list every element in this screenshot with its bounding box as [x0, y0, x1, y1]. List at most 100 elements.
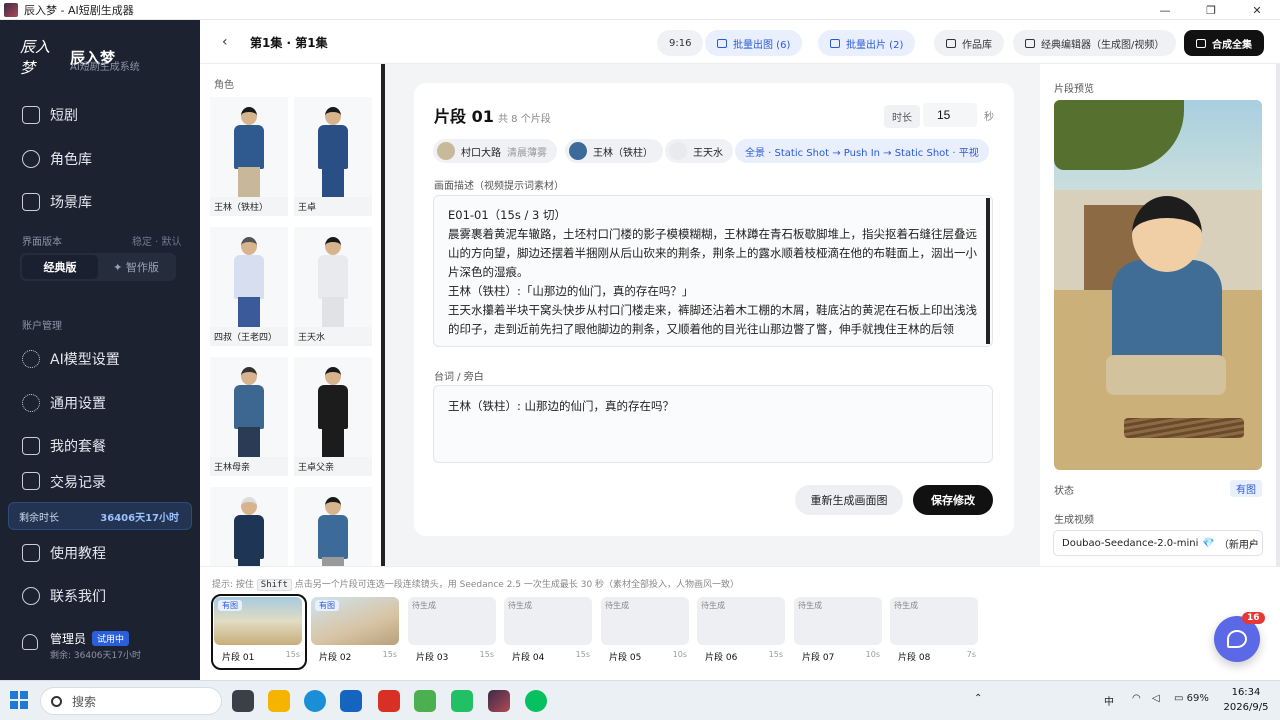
- segment-thumb[interactable]: 待生成 片段 03 15s: [408, 597, 498, 667]
- segment-duration: 10s: [672, 650, 687, 659]
- version-toggle: 经典版 ✦ 智作版: [20, 253, 176, 281]
- duration-unit: 秒: [984, 112, 994, 123]
- brand: 辰入梦 辰入梦 AI短剧生成系统: [20, 36, 140, 78]
- description-textarea[interactable]: E01-01（15s / 3 切） 晨雾裹着黄泥车辙路，土坯村口门楼的影子模模糊…: [433, 195, 993, 347]
- segment-thumb-image: 有图: [214, 597, 302, 645]
- battery-indicator[interactable]: ▭ 69%: [1174, 693, 1209, 704]
- sidebar-item-contact[interactable]: 联系我们: [0, 579, 200, 613]
- character-card[interactable]: 王卓父亲: [294, 357, 372, 476]
- taskbar-search[interactable]: 搜索: [40, 687, 222, 715]
- taskview-icon[interactable]: [232, 690, 254, 712]
- version-classic-button[interactable]: 经典版: [22, 255, 98, 279]
- segment-thumb[interactable]: 待生成 片段 04 15s: [504, 597, 594, 667]
- character-card[interactable]: 四叔（王老四）: [210, 227, 288, 346]
- description-line: 王林（铁柱）:「山那边的仙门，真的存在吗？」: [448, 284, 694, 298]
- segment-thumb[interactable]: 待生成 片段 06 15s: [697, 597, 787, 667]
- segment-duration: 15s: [479, 650, 494, 659]
- user-avatar-icon: [22, 634, 38, 650]
- sidebar-item-tutorial[interactable]: 使用教程: [0, 536, 200, 570]
- library-button[interactable]: 作品库: [934, 30, 1004, 56]
- clock-time: 16:34: [1231, 687, 1261, 698]
- chat-app-icon[interactable]: [451, 690, 473, 712]
- segment-thumb[interactable]: 有图 片段 02 15s: [311, 597, 401, 667]
- segment-status: 有图: [315, 600, 339, 611]
- brand-subtitle: AI短剧生成系统: [70, 62, 140, 73]
- preview-scrollbar[interactable]: [1276, 64, 1280, 566]
- shot-tag[interactable]: 全景 · Static Shot → Push In → Static Shot…: [735, 139, 989, 163]
- close-button[interactable]: ✕: [1234, 0, 1280, 20]
- app-icon[interactable]: [340, 690, 362, 712]
- file-explorer-icon[interactable]: [268, 690, 290, 712]
- status-label: 状态: [1054, 486, 1074, 497]
- duration-input[interactable]: [923, 103, 977, 127]
- segment-name: 片段 06: [705, 653, 738, 663]
- app-icon[interactable]: [414, 690, 436, 712]
- character-card[interactable]: [294, 487, 372, 566]
- back-button[interactable]: ‹: [222, 34, 228, 50]
- tray-chevron-icon[interactable]: ⌃: [974, 693, 982, 704]
- wifi-icon[interactable]: ◠: [1132, 693, 1141, 704]
- segment-thumb[interactable]: 有图 片段 01 15s: [211, 594, 307, 670]
- search-icon: [51, 695, 62, 707]
- classic-editor-button[interactable]: 经典编辑器（生成图/视频）: [1013, 30, 1177, 56]
- aspect-ratio-button[interactable]: 9:16: [657, 30, 704, 56]
- chat-fab-button[interactable]: 16: [1214, 612, 1265, 662]
- character-card[interactable]: 王卓: [294, 97, 372, 216]
- segment-thumb[interactable]: 待生成 片段 05 10s: [601, 597, 691, 667]
- character-tag[interactable]: 王天水: [665, 139, 733, 163]
- version-label: 界面版本: [22, 237, 62, 248]
- segment-thumb[interactable]: 待生成 片段 07 10s: [794, 597, 884, 667]
- description-scrollbar[interactable]: [986, 198, 990, 344]
- ime-indicator[interactable]: 中: [1104, 693, 1114, 708]
- chenrumeng-app-icon[interactable]: [488, 690, 510, 712]
- compose-all-label: 合成全集: [1212, 39, 1252, 51]
- regenerate-image-button[interactable]: 重新生成画面图: [795, 485, 903, 515]
- sidebar-item-characters[interactable]: 角色库: [0, 142, 200, 176]
- taskbar-clock[interactable]: 16:34 2026/9/5: [1216, 685, 1276, 715]
- scene-tag[interactable]: 村口大路 清晨薄雾: [433, 139, 557, 163]
- sidebar-item-general-settings[interactable]: 通用设置: [0, 386, 200, 420]
- segment-strip: 提示: 按住 Shift 点击另一个片段可连选一段连续镜头，用 Seedance…: [200, 566, 1280, 680]
- episode-title: 第1集 · 第1集: [250, 36, 328, 50]
- sidebar-item-label: 短剧: [50, 108, 78, 124]
- library-icon: [946, 38, 956, 48]
- volume-icon[interactable]: ◁: [1152, 693, 1160, 704]
- dialog-textarea[interactable]: 王林（铁柱）: 山那边的仙门，真的存在吗？: [433, 385, 993, 463]
- version-smart-button[interactable]: ✦ 智作版: [98, 255, 174, 279]
- character-tag[interactable]: 王林（铁柱）: [565, 139, 663, 163]
- version-section-label: 界面版本 稳定 · 默认: [22, 233, 182, 248]
- window-title: 辰入梦 - AI短剧生成器: [24, 3, 134, 17]
- wps-icon[interactable]: [378, 690, 400, 712]
- duration-label: 时长: [884, 105, 920, 128]
- sidebar-item-plans[interactable]: 我的套餐: [0, 429, 200, 463]
- segment-status: 待生成: [508, 601, 532, 610]
- character-card[interactable]: 王天水: [294, 227, 372, 346]
- save-changes-button[interactable]: 保存修改: [913, 485, 993, 515]
- wechat-icon[interactable]: [525, 690, 547, 712]
- preview-image[interactable]: [1054, 100, 1262, 470]
- compose-all-button[interactable]: 合成全集: [1184, 30, 1264, 56]
- video-model-select[interactable]: Doubao-Seedance-2.0-mini 💎 （新用户 ⌄: [1053, 530, 1263, 556]
- character-card[interactable]: [210, 487, 288, 566]
- batch-video-button[interactable]: 批量出片 (2): [818, 30, 916, 56]
- package-icon: [22, 437, 40, 455]
- sidebar-item-drama[interactable]: 短剧: [0, 98, 200, 132]
- window-titlebar: 辰入梦 - AI短剧生成器 — ❐ ✕: [0, 0, 1280, 20]
- minimize-button[interactable]: —: [1142, 0, 1188, 20]
- batch-image-button[interactable]: 批量出图 (6): [705, 30, 803, 56]
- edge-browser-icon[interactable]: [304, 690, 326, 712]
- description-line: 王天水攥着半块干窝头快步从村口门楼走来，裤脚还沾着木工棚的木屑，鞋底沾的黄泥在石…: [448, 303, 977, 336]
- play-icon: [1196, 38, 1206, 48]
- sidebar-item-scenes[interactable]: 场景库: [0, 185, 200, 219]
- character-name: 王卓父亲: [294, 457, 372, 476]
- character-card[interactable]: 王林（铁柱）: [210, 97, 288, 216]
- maximize-button[interactable]: ❐: [1188, 0, 1234, 20]
- sidebar-item-transactions[interactable]: 交易记录: [0, 472, 200, 494]
- segment-duration: 15s: [285, 650, 300, 659]
- windows-start-icon[interactable]: [10, 691, 28, 709]
- segment-thumb[interactable]: 待生成 片段 08 7s: [890, 597, 980, 667]
- sidebar-item-ai-models[interactable]: AI模型设置: [0, 342, 200, 376]
- character-card[interactable]: 王林母亲: [210, 357, 288, 476]
- aspect-ratio-label: 9:16: [669, 37, 692, 49]
- character-image: [210, 487, 288, 566]
